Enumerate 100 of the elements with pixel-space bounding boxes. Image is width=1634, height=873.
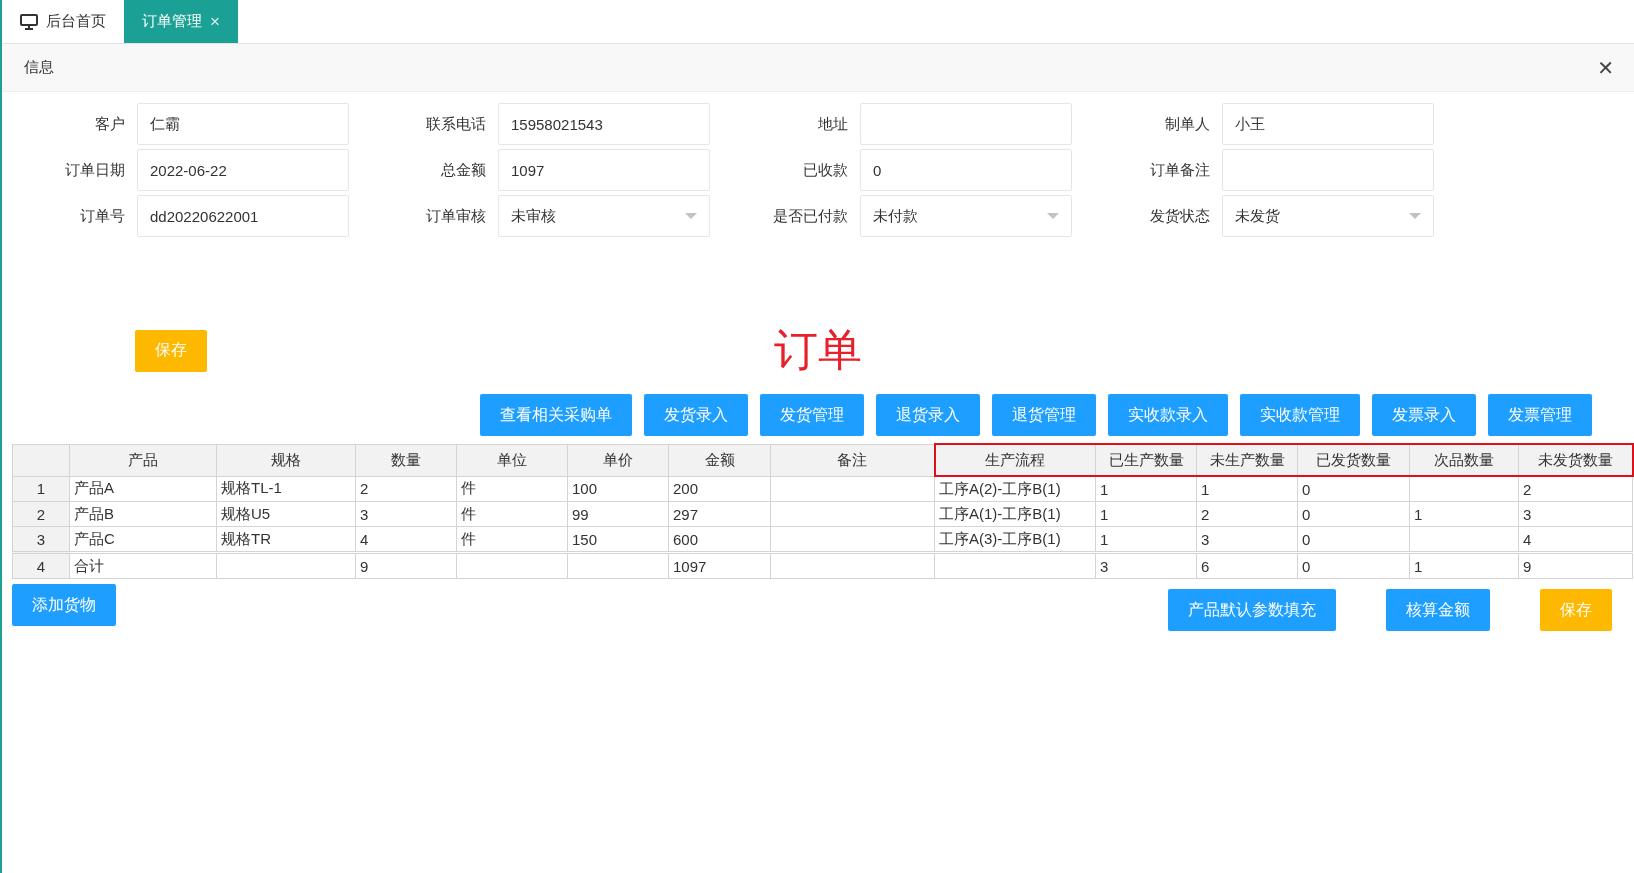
page-heading: 订单	[774, 324, 862, 376]
table-cell: 0	[1297, 501, 1410, 527]
action-button[interactable]: 实收款管理	[1240, 394, 1360, 436]
select-field[interactable]: 未审核	[498, 195, 710, 237]
table-cell: 2	[1518, 476, 1633, 502]
table-cell: 1	[1409, 501, 1519, 527]
caret-icon	[1409, 213, 1421, 219]
close-icon[interactable]: ×	[210, 11, 220, 32]
field-label: 发货状态	[1149, 206, 1211, 226]
table-cell: 150	[567, 526, 669, 553]
column-header: 单价	[567, 444, 669, 476]
tab[interactable]: 订单管理 ×	[124, 0, 238, 43]
caret-icon	[685, 213, 697, 219]
table-cell: 600	[668, 526, 771, 553]
table-cell: 产品A	[69, 476, 217, 502]
input-field[interactable]: 1097	[498, 149, 710, 191]
action-button[interactable]: 核算金额	[1386, 589, 1490, 631]
input-field[interactable]	[860, 103, 1072, 145]
table-cell: 0	[1297, 526, 1410, 553]
column-header: 已发货数量	[1297, 444, 1410, 476]
field-label: 地址	[817, 114, 849, 134]
monitor-icon	[20, 13, 38, 30]
row-number: 2	[12, 501, 70, 527]
field-label: 订单备注	[1149, 160, 1211, 180]
select-field[interactable]: 未付款	[860, 195, 1072, 237]
input-field[interactable]: 小王	[1222, 103, 1434, 145]
table-cell: 2	[355, 476, 457, 502]
save-button[interactable]: 保存	[135, 329, 207, 372]
input-field[interactable]: dd20220622001	[137, 195, 349, 237]
table-cell: 规格U5	[216, 501, 356, 527]
column-header: 数量	[355, 444, 457, 476]
action-button[interactable]: 退货录入	[876, 394, 980, 436]
table-cell: 1	[1409, 552, 1519, 579]
field-label: 订单号	[79, 206, 126, 226]
field-label: 是否已付款	[772, 206, 849, 226]
table-cell: 件	[456, 476, 568, 502]
action-button[interactable]: 发票管理	[1488, 394, 1592, 436]
table-cell: 3	[1518, 501, 1633, 527]
table-cell: 工序A(2)-工序B(1)	[934, 476, 1096, 502]
table-cell: 合计	[69, 552, 217, 579]
table-cell: 1	[1095, 501, 1197, 527]
table-cell: 200	[668, 476, 771, 502]
table-cell: 工序A(3)-工序B(1)	[934, 526, 1096, 553]
table-cell: 1	[1095, 526, 1197, 553]
row-number: 1	[12, 476, 70, 502]
action-button[interactable]: 保存	[1540, 589, 1612, 631]
table-cell: 99	[567, 501, 669, 527]
table-cell: 规格TL-1	[216, 476, 356, 502]
table-cell: 产品C	[69, 526, 217, 553]
action-button[interactable]: 产品默认参数填充	[1168, 589, 1336, 631]
input-field[interactable]: 0	[860, 149, 1072, 191]
column-header: 规格	[216, 444, 356, 476]
close-button[interactable]: ✕	[1597, 55, 1614, 80]
table-cell: 规格TR	[216, 526, 356, 553]
row-number: 4	[12, 552, 70, 579]
column-header: 已生产数量	[1095, 444, 1197, 476]
table-cell: 1	[1196, 476, 1298, 502]
column-header: 产品	[69, 444, 217, 476]
field-label: 联系电话	[425, 114, 487, 134]
select-field[interactable]: 未发货	[1222, 195, 1434, 237]
column-header: 单位	[456, 444, 568, 476]
table-cell: 1097	[668, 552, 771, 579]
action-button[interactable]: 实收款录入	[1108, 394, 1228, 436]
row-number: 3	[12, 526, 70, 553]
action-button[interactable]: 发货录入	[644, 394, 748, 436]
field-label: 制单人	[1164, 114, 1211, 134]
column-header: 备注	[770, 444, 935, 476]
table-cell: 3	[1196, 526, 1298, 553]
table-cell: 100	[567, 476, 669, 502]
table-cell: 4	[1518, 526, 1633, 553]
column-header: 未发货数量	[1518, 444, 1633, 476]
table-cell: 产品B	[69, 501, 217, 527]
action-button[interactable]: 发货管理	[760, 394, 864, 436]
input-field[interactable]: 15958021543	[498, 103, 710, 145]
column-header: 金额	[668, 444, 771, 476]
table-cell: 4	[355, 526, 457, 553]
field-label: 订单审核	[425, 206, 487, 226]
table-cell: 件	[456, 501, 568, 527]
table-cell: 3	[1095, 552, 1197, 579]
table-cell: 3	[355, 501, 457, 527]
table-cell: 件	[456, 526, 568, 553]
table-cell: 6	[1196, 552, 1298, 579]
input-field[interactable]: 2022-06-22	[137, 149, 349, 191]
table-cell: 0	[1297, 476, 1410, 502]
action-button[interactable]: 退货管理	[992, 394, 1096, 436]
table-cell: 2	[1196, 501, 1298, 527]
action-button[interactable]: 查看相关采购单	[480, 394, 632, 436]
column-header: 次品数量	[1409, 444, 1519, 476]
table-cell: 297	[668, 501, 771, 527]
caret-icon	[1047, 213, 1059, 219]
input-field[interactable]: 仁霸	[137, 103, 349, 145]
table-cell: 工序A(1)-工序B(1)	[934, 501, 1096, 527]
column-header: 未生产数量	[1196, 444, 1298, 476]
field-label: 已收款	[802, 160, 849, 180]
table-cell: 9	[355, 552, 457, 579]
action-button[interactable]: 发票录入	[1372, 394, 1476, 436]
field-label: 订单日期	[64, 160, 126, 180]
add-button[interactable]: 添加货物	[12, 584, 116, 626]
panel-title: 信息	[24, 58, 54, 77]
input-field[interactable]	[1222, 149, 1434, 191]
